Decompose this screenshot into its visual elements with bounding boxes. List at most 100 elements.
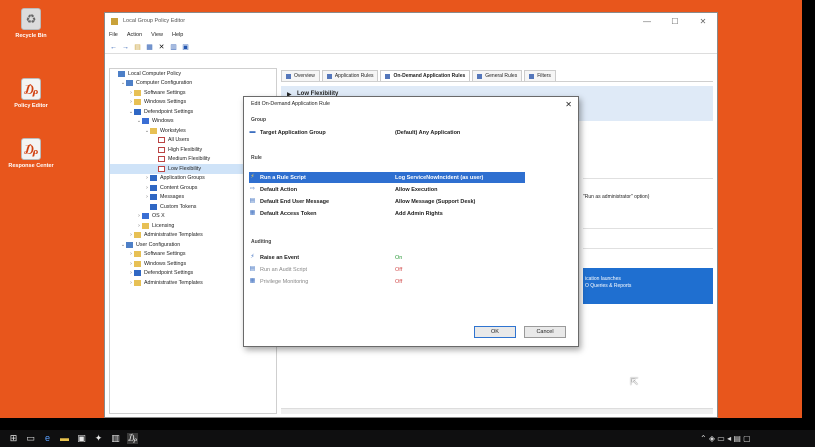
section-auditing-heading: Auditing [251, 239, 272, 245]
notification-tray[interactable]: ⌃ ◈ ▭ ◂ ▤ ▢ [700, 433, 751, 444]
tab-application-rules[interactable]: Application Rules [321, 70, 379, 81]
tab-label: Application Rules [334, 73, 374, 79]
menu-action[interactable]: Action [127, 32, 142, 38]
tree-item-label: Medium Flexibility [168, 156, 211, 163]
rule-row-value: Off [395, 266, 403, 273]
tree-item[interactable]: Local Computer Policy [110, 69, 276, 79]
desktop-icon-label: Policy Editor [14, 103, 48, 109]
rule-row-value: On [395, 254, 403, 261]
folder-icon [134, 89, 141, 96]
tab-label: On-Demand Application Rules [393, 73, 466, 79]
rule-row-label: Raise an Event [260, 254, 300, 261]
cancel-button[interactable]: Cancel [524, 326, 566, 338]
screen-border-right [802, 0, 815, 430]
desktop-icon-policy-editor[interactable]: ₯ Policy Editor [8, 78, 54, 109]
menubar: File Action View Help [105, 29, 717, 41]
rule-row[interactable]: ▬ Target Application Group (Default) Any A… [249, 127, 525, 138]
screen-border-bottom [0, 418, 815, 430]
rule-row[interactable]: ▤ Default End User Message Allow Message (… [249, 196, 525, 207]
computer-icon [126, 80, 133, 87]
help-icon[interactable]: ▣ [181, 43, 190, 52]
ok-button[interactable]: OK [474, 326, 516, 338]
windows-icon [142, 118, 149, 125]
menu-view[interactable]: View [151, 32, 163, 38]
rule-row[interactable]: ▦ Privilege Monitoring Off [249, 276, 525, 287]
desktop-icon-recycle-bin[interactable]: ♻ Recycle Bin [8, 8, 54, 39]
tree-item-label: Software Settings [144, 251, 186, 258]
browser-icon[interactable]: e [42, 433, 53, 444]
close-button[interactable]: ✕ [689, 17, 717, 26]
tree-item-label: Workstyles [160, 127, 186, 134]
tab-filters[interactable]: Filters [524, 70, 556, 81]
window-titlebar[interactable]: Local Group Policy Editor — ☐ ✕ [105, 13, 717, 29]
divider [583, 178, 713, 179]
rule-row[interactable]: ⇨ Default Action Allow Execution [249, 184, 525, 195]
folder-icon: ▬ [249, 129, 256, 135]
show-hide-tree-icon[interactable]: ▦ [145, 43, 154, 52]
response-center-icon: ₯ [21, 138, 41, 160]
tab-overview[interactable]: Overview [281, 70, 320, 81]
audit-script-icon: ▤ [249, 266, 256, 272]
desktop-icon-response-center[interactable]: ₯ Response Center [8, 138, 54, 169]
tab-on-demand-application-rules[interactable]: On-Demand Application Rules [380, 70, 471, 81]
policy-folder-icon [150, 184, 157, 191]
tree-item-label: Application Groups [160, 175, 205, 182]
rule-row[interactable]: ▦ Default Access Token Add Admin Rights [249, 208, 525, 219]
dialog-close-button[interactable]: ✕ [565, 100, 572, 109]
rule-row-label: Default Action [260, 186, 298, 193]
computer-icon [118, 70, 125, 77]
overview-icon [286, 73, 291, 79]
start-icon[interactable]: ⊞ [8, 433, 19, 444]
folder-up-icon[interactable]: ▤ [133, 43, 142, 52]
tree-item-label: Defendpoint Settings [144, 108, 194, 115]
rule-description-text: "Run as administrator" option) [583, 194, 650, 200]
tab-strip: Overview Application Rules On-Demand App… [281, 68, 713, 82]
computer-icon [126, 241, 133, 248]
rule-row-label: Run a Rule Script [260, 174, 306, 181]
minimize-button[interactable]: — [633, 17, 661, 26]
server-manager-icon[interactable]: ▥ [110, 433, 121, 444]
delete-icon[interactable]: ✕ [157, 43, 166, 52]
windows-icon [142, 213, 149, 220]
filter-icon [529, 73, 535, 79]
tab-general-rules[interactable]: General Rules [472, 70, 523, 81]
rule-row[interactable]: ⚡ Raise an Event On [249, 252, 525, 263]
properties-icon[interactable]: ▥ [169, 43, 178, 52]
mouse-cursor-icon: ⇱ [630, 377, 639, 388]
policy-editor-taskbar-icon[interactable]: ₯ [127, 433, 138, 444]
folder-icon [150, 127, 157, 134]
section-rule-heading: Rule [251, 155, 262, 161]
tree-item-label: OS X [152, 213, 165, 220]
store-icon[interactable]: ▣ [76, 433, 87, 444]
menu-file[interactable]: File [109, 32, 118, 38]
token-icon: ▦ [249, 210, 256, 216]
rule-row[interactable]: ▤ Run an Audit Script Off [249, 264, 525, 275]
tab-label: Overview [294, 73, 315, 79]
menu-help[interactable]: Help [172, 32, 183, 38]
horizontal-scrollbar[interactable] [281, 408, 713, 414]
selected-rule-text: O Queries & Reports [585, 283, 632, 289]
event-icon: ⚡ [250, 254, 255, 260]
selected-rule-row[interactable]: ication launches O Queries & Reports [583, 268, 713, 304]
section-group-heading: Group [251, 117, 266, 123]
maximize-button[interactable]: ☐ [661, 17, 689, 26]
dialog-title: Edit On-Demand Application Rule [251, 101, 330, 107]
folder-icon [142, 222, 149, 229]
tree-item-label: Software Settings [144, 89, 186, 96]
tree-item-label: User Configuration [136, 241, 181, 248]
forward-arrow-icon[interactable]: → [121, 43, 130, 52]
workstyle-icon [158, 165, 165, 172]
tree-item-label: Computer Configuration [136, 80, 193, 87]
workstyle-icon [158, 146, 165, 153]
task-view-icon[interactable]: ▭ [25, 433, 36, 444]
rule-row[interactable]: ⚡ Run a Rule Script Log ServiceNowIncident… [249, 172, 525, 183]
tree-item[interactable]: ⌄ Computer Configuration [110, 79, 276, 89]
file-explorer-icon[interactable]: ▬ [59, 433, 70, 444]
rule-row-label: Run an Audit Script [260, 266, 308, 273]
dialog-titlebar[interactable]: Edit On-Demand Application Rule ✕ [244, 97, 578, 111]
policy-editor-icon: ₯ [21, 78, 41, 100]
general-rules-icon [477, 73, 483, 79]
settings-icon[interactable]: ✦ [93, 433, 104, 444]
window-title: Local Group Policy Editor [123, 18, 186, 24]
back-arrow-icon[interactable]: ← [109, 43, 118, 52]
